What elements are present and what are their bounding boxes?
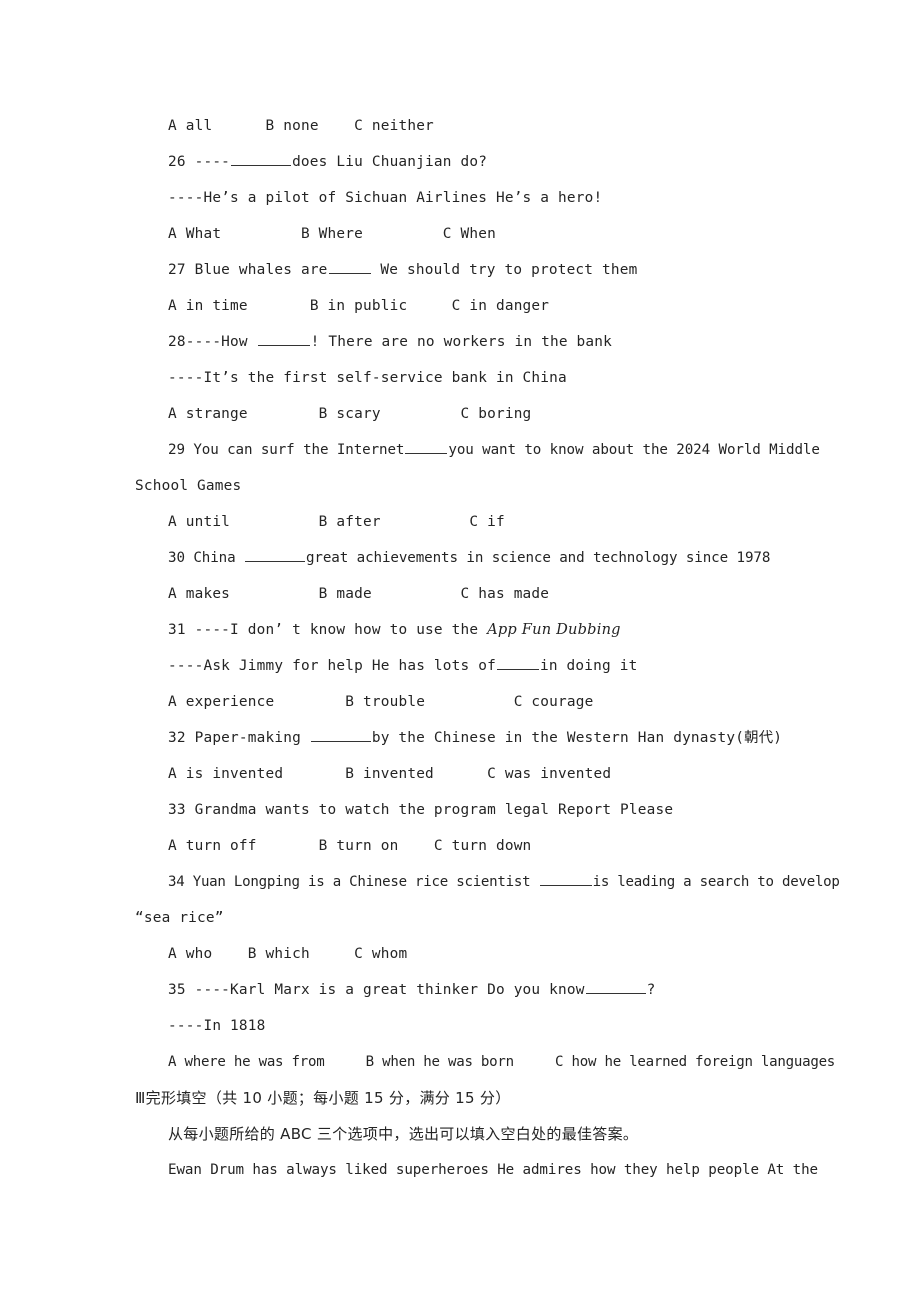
question-34-prefix: 34 Yuan Longping is a Chinese rice scien… — [168, 874, 539, 890]
cloze-instruction: 从每小题所给的 ABC 三个选项中，选出可以填入空白处的最佳答案。 — [168, 1125, 639, 1143]
question-26-rest: does Liu Chuanjian do? — [292, 154, 488, 170]
exam-text-body: A all B none C neither 26 ---- does Liu C… — [135, 108, 840, 1188]
options-line-30: A makes B made C has made — [168, 586, 550, 602]
section-heading-cloze: Ⅲ完形填空（共 10 小题；每小题 15 分，满分 15 分） — [135, 1089, 511, 1107]
question-28-reply: ----It’s the first self-service bank in … — [168, 370, 567, 386]
question-35-prefix: 35 ----Karl Marx is a great thinker Do y… — [168, 982, 585, 998]
question-32-prefix: 32 Paper-making — [168, 730, 310, 746]
question-34: 34 Yuan Longping is a Chinese rice scien… — [135, 864, 840, 900]
options-line-26: A What B Where C When — [168, 226, 496, 242]
question-31-reply-prefix: ----Ask Jimmy for help He has lots of — [168, 658, 496, 674]
question-30-rest: great achievements in science and techno… — [305, 550, 771, 566]
answer-blank-27 — [328, 260, 371, 274]
question-28-prefix: 28----How — [168, 334, 257, 350]
options-line-28: A strange B scary C boring — [168, 406, 532, 422]
question-30: 30 China great achievements in science a… — [135, 540, 783, 576]
question-26-prefix: 26 ---- — [168, 154, 231, 170]
question-35: 35 ----Karl Marx is a great thinker Do y… — [135, 972, 783, 1008]
answer-blank-28 — [257, 332, 310, 346]
answer-blank-32 — [310, 728, 371, 742]
question-31-reply-rest: in doing it — [539, 658, 638, 674]
question-29-rest: you want to know about the 2024 World Mi… — [448, 442, 820, 458]
question-29-wrap: School Games — [135, 478, 242, 494]
options-line-25: A all B none C neither — [168, 118, 434, 134]
options-line-33: A turn off B turn on C turn down — [168, 838, 532, 854]
question-31: 31 ----I don’ t know how to use the App … — [135, 612, 783, 648]
options-line-34: A who B which C whom — [168, 946, 408, 962]
question-27-rest: We should try to protect them — [371, 262, 638, 278]
question-33: 33 Grandma wants to watch the program le… — [168, 802, 674, 818]
question-26-reply: ----He’s a pilot of Sichuan Airlines He’… — [168, 190, 603, 206]
options-line-35: A where he was from B when he was born C… — [168, 1054, 836, 1070]
answer-blank-30 — [244, 548, 305, 562]
answer-blank-35 — [585, 980, 646, 994]
question-32-rest: by the Chinese in the Western Han dynast… — [371, 730, 783, 746]
question-27: 27 Blue whales are We should try to prot… — [135, 252, 783, 288]
options-line-27: A in time B in public C in danger — [168, 298, 550, 314]
question-29-prefix: 29 You can surf the Internet — [168, 442, 405, 458]
options-line-31: A experience B trouble C courage — [168, 694, 594, 710]
question-27-prefix: 27 Blue whales are — [168, 262, 328, 278]
question-35-rest: ? — [646, 982, 656, 998]
question-28: 28----How ! There are no workers in the … — [135, 324, 783, 360]
question-34-wrap: “sea rice” — [135, 910, 224, 926]
question-29: 29 You can surf the Internet you want to … — [135, 432, 820, 468]
question-35-reply: ----In 1818 — [168, 1018, 266, 1034]
answer-blank-31 — [496, 656, 539, 670]
options-line-29: A until B after C if — [168, 514, 505, 530]
answer-blank-26 — [231, 152, 292, 166]
answer-blank-29 — [405, 440, 448, 454]
answer-blank-34 — [539, 872, 592, 886]
question-32: 32 Paper-making by the Chinese in the We… — [135, 720, 783, 756]
question-31-reply: ----Ask Jimmy for help He has lots of in … — [135, 648, 783, 684]
question-34-rest: is leading a search to develop — [592, 874, 840, 890]
app-title-italic: App Fun Dubbing — [487, 621, 621, 638]
question-28-rest: ! There are no workers in the bank — [310, 334, 613, 350]
question-30-prefix: 30 China — [168, 550, 244, 566]
passage-line-1: Ewan Drum has always liked superheroes H… — [168, 1162, 819, 1178]
question-26: 26 ---- does Liu Chuanjian do? — [135, 144, 783, 180]
exam-paper-page: A all B none C neither 26 ---- does Liu C… — [0, 0, 920, 1302]
options-line-32: A is invented B invented C was invented — [168, 766, 612, 782]
question-31-prefix: 31 ----I don’ t know how to use the — [168, 622, 488, 638]
